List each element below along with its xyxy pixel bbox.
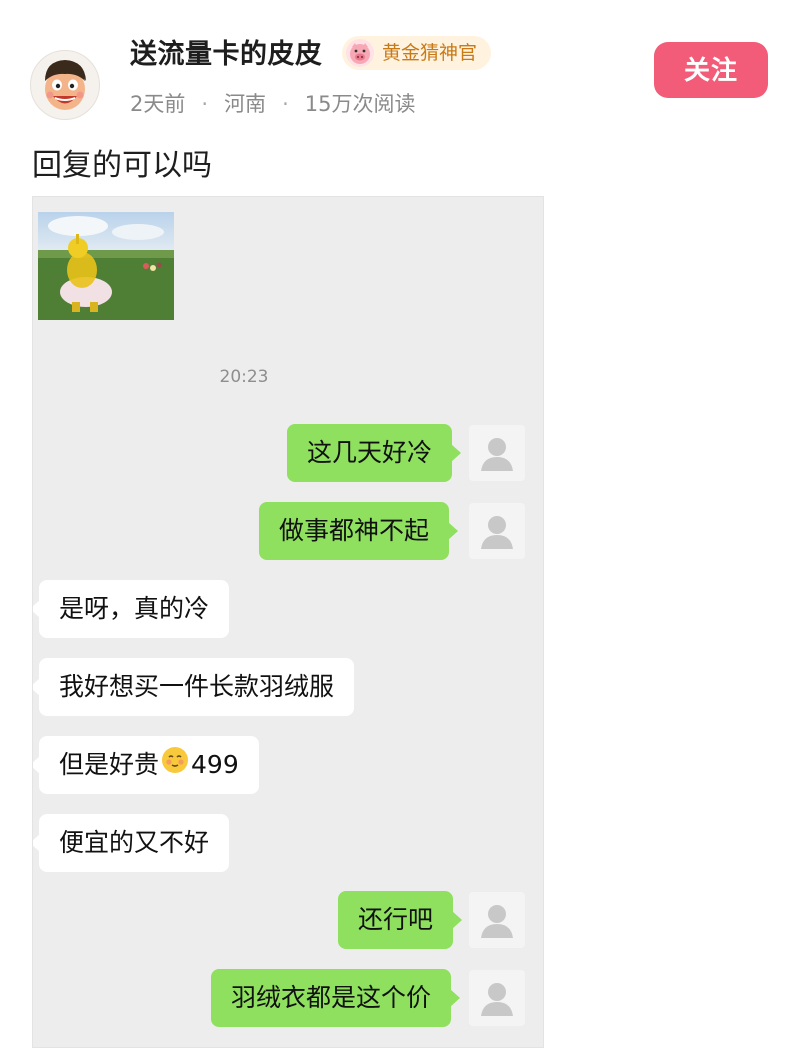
message-text: 还行吧 — [358, 905, 434, 934]
message-text: 羽绒衣都是这个价 — [231, 983, 432, 1012]
meta-separator: · — [282, 92, 289, 116]
chat-bubble-received: 是呀，真的冷 — [33, 580, 230, 638]
message-text: 这几天好冷 — [307, 438, 433, 467]
chat-bubble-received: 但是好贵 499 — [33, 736, 259, 795]
post-meta: 2天前 · 河南 · 15万次阅读 — [130, 88, 415, 118]
post-views: 15万次阅读 — [304, 92, 416, 116]
default-person-icon — [469, 970, 525, 1026]
default-person-icon — [469, 425, 525, 481]
author-badge[interactable]: 黄金猜神官 — [342, 36, 492, 70]
message-text: 便宜的又不好 — [59, 828, 210, 857]
cartoon-face-icon — [32, 52, 98, 118]
pig-badge-icon — [346, 39, 374, 67]
chat-timestamp: 20:23 — [219, 367, 269, 387]
post-text: 回复的可以吗 — [32, 148, 212, 183]
chat-screenshot-image[interactable]: 20:23 这几天好冷 做事都神不起 是呀，真的冷 我好想买一件长款羽绒服 但是… — [32, 196, 544, 1048]
message-text: 但是好贵 — [59, 750, 160, 779]
message-text: 499 — [191, 750, 239, 779]
post-location: 河南 — [224, 92, 267, 116]
chat-bubble-sent: 这几天好冷 — [287, 424, 462, 482]
blush-emoji-icon — [161, 737, 189, 795]
post-header: 送流量卡的皮皮 黄金猜神官 2天前 · 河南 · 15万次阅读 关注 — [0, 0, 800, 140]
message-text: 是呀，真的冷 — [59, 594, 210, 623]
chat-bubble-received: 便宜的又不好 — [33, 814, 230, 872]
chat-bubble-received: 我好想买一件长款羽绒服 — [33, 658, 355, 716]
chat-bubble-sent: 还行吧 — [338, 891, 463, 949]
badge-label: 黄金猜神官 — [382, 42, 478, 64]
default-person-icon — [469, 892, 525, 948]
author-name[interactable]: 送流量卡的皮皮 — [130, 32, 323, 71]
follow-button[interactable]: 关注 — [654, 42, 768, 98]
message-text: 做事都神不起 — [279, 516, 430, 545]
default-person-icon — [469, 503, 525, 559]
chat-bubble-sent: 羽绒衣都是这个价 — [211, 969, 461, 1027]
chat-bubble-sent: 做事都神不起 — [259, 502, 459, 560]
author-avatar[interactable] — [30, 50, 100, 120]
teletubby-sticker-image — [38, 212, 174, 320]
post-time: 2天前 — [130, 92, 186, 116]
message-text: 我好想买一件长款羽绒服 — [59, 672, 335, 701]
meta-separator: · — [201, 92, 209, 116]
